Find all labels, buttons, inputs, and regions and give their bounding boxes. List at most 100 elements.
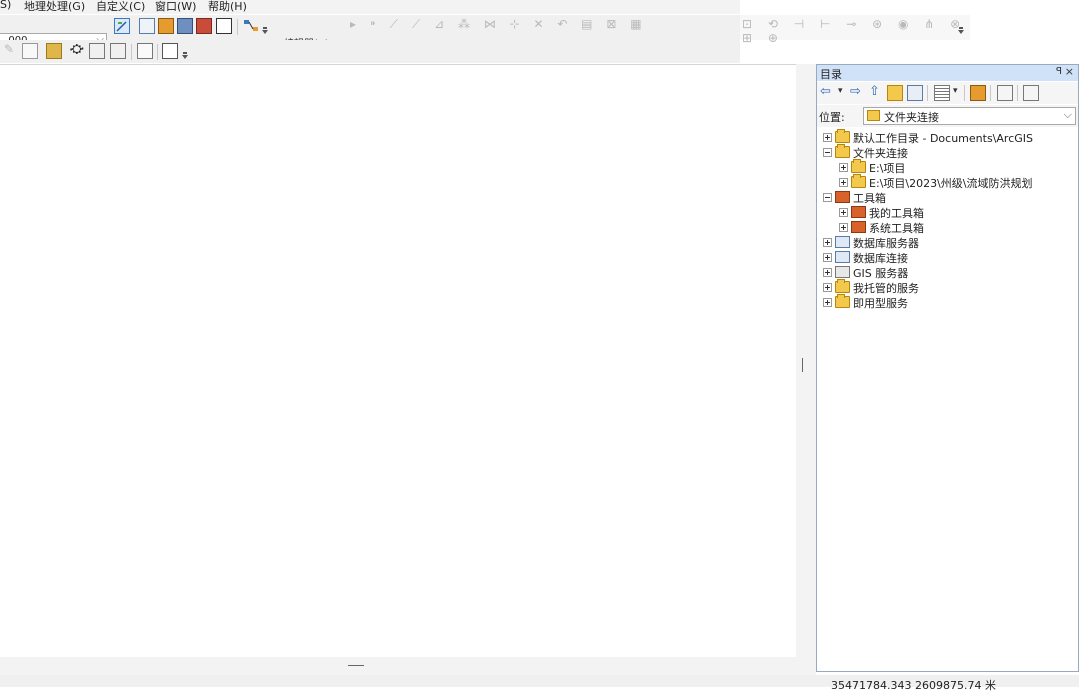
table-of-contents-icon[interactable] <box>139 18 155 34</box>
catalog-window: 目录 ꟼ × ⇦ ▾ ⇨ ⇧ ▾ 位置: 文件夹连接 ⌵ 默认工作目录 - Do… <box>816 64 1079 672</box>
forward-arrow-icon[interactable]: ⇨ <box>850 84 861 99</box>
tree-node-label: E:\项目\2023\州级\流域防洪规划 <box>869 177 1033 190</box>
menu-windows[interactable]: 窗口(W) <box>155 0 196 14</box>
map-bottom-bar <box>0 657 796 675</box>
tree-node-label: 我的工具箱 <box>869 207 924 220</box>
tree-node-label: 默认工作目录 - Documents\ArcGIS <box>853 132 1033 145</box>
toolbar-separator <box>964 85 965 101</box>
toolbar-separator <box>927 85 928 101</box>
find-binoculars-icon[interactable]: ⛮ <box>70 42 84 57</box>
menu-help[interactable]: 帮助(H) <box>208 0 247 14</box>
location-value: 文件夹连接 <box>884 111 939 124</box>
toggle-contents-panel-icon[interactable] <box>1023 85 1039 101</box>
time-slider-icon[interactable] <box>137 43 153 59</box>
hyperlink-icon[interactable] <box>110 43 126 59</box>
vertical-splitter[interactable] <box>796 64 816 675</box>
menu-bar: S) 地理处理(G) 自定义(C) 窗口(W) 帮助(H) <box>0 0 740 14</box>
hosted-services-icon <box>835 279 850 293</box>
toggle-tree-icon[interactable] <box>997 85 1013 101</box>
location-row: 位置: 文件夹连接 ⌵ <box>817 105 1078 127</box>
standard-toolbar: , 000 ⌵ 编辑器(R)▾ ▸ ⁍ ⟋ ⟋ ⊿ ⁂ ⋈ ⊹ ✕ ↶ ▤ ⊠ … <box>0 15 740 50</box>
chevron-down-icon[interactable]: ▾ <box>953 86 958 96</box>
editing-toolbar-extension: ⊡ ⟲ ⊣ ⊢ ⊸ ⊛ ◉ ⋔ ⊗ ⊞ ⊕ <box>740 15 970 45</box>
gis-server-icon <box>835 266 850 278</box>
expand-icon[interactable] <box>839 223 848 232</box>
disabled-editing-tools-icon: ▸ ⁍ ⟋ ⟋ ⊿ ⁂ ⋈ ⊹ ✕ ↶ ▤ ⊠ ▦ <box>350 17 647 31</box>
expand-icon[interactable] <box>839 178 848 187</box>
catalog-title-bar: 目录 ꟼ × <box>817 65 1078 81</box>
python-window-icon[interactable] <box>216 18 232 34</box>
tree-node-label: 即用型服务 <box>853 297 908 310</box>
toolbar-separator <box>237 19 238 35</box>
chevron-down-icon[interactable]: ▾ <box>838 86 843 96</box>
location-label: 位置: <box>819 111 845 124</box>
collapse-icon[interactable] <box>823 148 832 157</box>
toolbar-separator <box>990 85 991 101</box>
arctoolbox-icon[interactable] <box>196 18 212 34</box>
toolbox-icon <box>851 206 866 218</box>
expand-icon[interactable] <box>823 253 832 262</box>
menu-geoprocessing[interactable]: 地理处理(G) <box>24 0 85 14</box>
tree-node-label: GIS 服务器 <box>853 267 909 280</box>
toolbar-options-icon[interactable] <box>262 27 268 35</box>
expand-icon[interactable] <box>823 298 832 307</box>
horizontal-splitter-handle[interactable] <box>348 665 364 666</box>
back-arrow-icon[interactable]: ⇦ <box>820 84 831 99</box>
chevron-down-icon[interactable]: ⌵ <box>1064 108 1072 122</box>
menu-selection[interactable]: S) <box>0 0 11 11</box>
tree-node-label: 文件夹连接 <box>853 147 908 160</box>
search-window-icon[interactable] <box>177 18 193 34</box>
database-connection-icon <box>835 251 850 263</box>
pin-icon[interactable]: ꟼ <box>1056 66 1062 77</box>
view-options-icon[interactable] <box>934 85 950 101</box>
catalog-title: 目录 <box>820 68 842 81</box>
folder-home-icon <box>835 129 850 143</box>
splitter-grip-icon[interactable] <box>802 358 803 372</box>
database-server-icon <box>835 236 850 248</box>
disabled-topology-tools-icon: ⊡ ⟲ ⊣ ⊢ ⊸ ⊛ ◉ ⋔ ⊗ ⊞ ⊕ <box>742 17 967 45</box>
folder-icon <box>851 174 866 188</box>
folder-connections-icon <box>867 110 880 121</box>
ready-services-icon <box>835 294 850 308</box>
close-icon[interactable]: × <box>1065 65 1074 78</box>
tree-node-label: 工具箱 <box>853 192 886 205</box>
editor-toolbar-icon[interactable] <box>114 18 130 34</box>
pencil-icon: ✎ <box>4 42 15 56</box>
expand-icon[interactable] <box>839 208 848 217</box>
expand-icon[interactable] <box>823 238 832 247</box>
catalog-toolbar: ⇦ ▾ ⇨ ⇧ ▾ <box>817 82 1078 104</box>
connect-folder-icon[interactable] <box>907 85 923 101</box>
tree-node-label: 数据库连接 <box>853 252 908 265</box>
toolbar-options-icon[interactable] <box>958 27 964 35</box>
folder-icon <box>851 159 866 173</box>
home-folder-icon[interactable] <box>887 85 903 101</box>
menu-customize[interactable]: 自定义(C) <box>96 0 145 14</box>
expand-icon[interactable] <box>839 163 848 172</box>
create-viewer-window-icon[interactable] <box>162 43 178 59</box>
collapse-icon[interactable] <box>823 193 832 202</box>
catalog-window-icon[interactable] <box>158 18 174 34</box>
comment-icon[interactable] <box>22 43 38 59</box>
expand-icon[interactable] <box>823 268 832 277</box>
location-combo[interactable]: 文件夹连接 ⌵ <box>863 107 1076 125</box>
up-level-icon[interactable]: ⇧ <box>869 84 880 99</box>
toolbar-separator <box>157 44 158 60</box>
toolbar-options-icon[interactable] <box>182 52 188 60</box>
expand-icon[interactable] <box>823 133 832 142</box>
tools-toolbar: ✎ ⛮ <box>0 40 740 63</box>
toolboxes-icon <box>835 191 850 203</box>
tree-node-label: E:\项目 <box>869 162 906 175</box>
new-folder-icon[interactable] <box>970 85 986 101</box>
catalog-tree: 默认工作目录 - Documents\ArcGIS 文件夹连接 E:\项目 E:\项目… <box>817 127 1078 671</box>
go-to-xy-icon[interactable] <box>89 43 105 59</box>
model-builder-icon[interactable] <box>243 18 259 34</box>
tree-node-label: 系统工具箱 <box>869 222 924 235</box>
toolbar-separator <box>1017 85 1018 101</box>
expand-icon[interactable] <box>823 283 832 292</box>
measure-icon[interactable] <box>46 43 62 59</box>
toolbar-separator <box>131 44 132 60</box>
tree-node-label: 数据库服务器 <box>853 237 919 250</box>
tree-node-label: 我托管的服务 <box>853 282 919 295</box>
map-view[interactable] <box>0 64 796 658</box>
folder-connections-icon <box>835 144 850 158</box>
